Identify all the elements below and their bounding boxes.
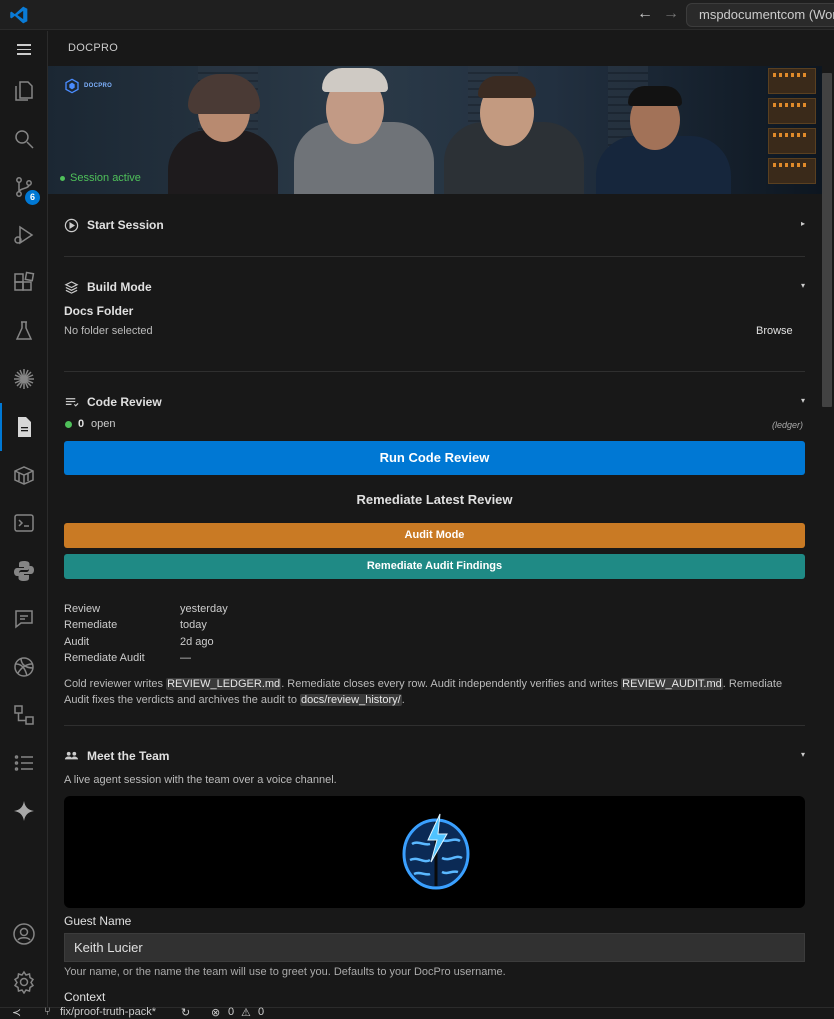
run-debug-icon[interactable]: [0, 211, 48, 259]
sparkle-burst-icon[interactable]: [0, 355, 48, 403]
guest-name-help: Your name, or the name the team will use…: [64, 966, 506, 978]
expanded-caret-icon[interactable]: ▾: [801, 750, 805, 759]
stat-review-key: Review: [64, 603, 101, 615]
team-voice-video-panel[interactable]: [64, 796, 805, 908]
warning-icon: ⚠: [241, 1007, 251, 1019]
panel-scrollbar[interactable]: [822, 73, 832, 407]
session-status-text: Session active: [70, 172, 141, 184]
docs-folder-value: No folder selected: [64, 325, 153, 337]
stat-remediate-key: Remediate: [64, 619, 118, 631]
panel-title: DOCPRO: [68, 42, 119, 54]
meet-the-team-header[interactable]: Meet the Team: [64, 746, 169, 766]
python-icon[interactable]: [0, 547, 48, 595]
remediate-audit-findings-button[interactable]: Remediate Audit Findings: [64, 554, 805, 579]
status-bar: ≺ ⑂ fix/proof-truth-pack* ↻ ⊗ 0 ⚠ 0: [0, 1006, 834, 1019]
testing-icon[interactable]: [0, 307, 48, 355]
stat-remediate-audit-key: Remediate Audit: [64, 652, 145, 664]
stat-remediate-audit-value: —: [180, 652, 191, 664]
docpro-logo: DOCPRO: [64, 78, 112, 94]
remote-icon[interactable]: ≺: [12, 1006, 21, 1019]
section-divider: [64, 725, 805, 726]
open-count: 0: [78, 418, 85, 430]
command-center-search[interactable]: mspdocumentcom (Works: [686, 3, 834, 27]
source-control-badge: 6: [25, 190, 40, 205]
open-label: open: [91, 418, 116, 430]
docpro-panel: DOCPRO DOCPRO Session active Start Sessi…: [48, 31, 834, 1007]
stat-review-value: yesterday: [180, 603, 228, 615]
review-ledger-filename: REVIEW_LEDGER.md: [166, 678, 282, 690]
meet-the-team-section[interactable]: Meet the Team ▾: [64, 746, 805, 766]
error-count[interactable]: 0: [228, 1006, 234, 1018]
guest-name-input[interactable]: Keith Lucier: [64, 933, 805, 962]
flow-icon[interactable]: [0, 691, 48, 739]
start-session-header[interactable]: Start Session: [64, 215, 164, 235]
sync-icon[interactable]: ↻: [181, 1006, 190, 1019]
brain-lightning-icon: [402, 813, 470, 890]
vscode-logo-icon: [10, 6, 28, 24]
ball-icon[interactable]: [0, 643, 48, 691]
account-icon[interactable]: [0, 910, 48, 958]
menu-icon[interactable]: [14, 41, 34, 57]
layers-icon: [64, 280, 79, 294]
session-status: Session active: [60, 172, 141, 184]
code-review-title: Code Review: [87, 395, 162, 409]
stat-audit-value: 2d ago: [180, 636, 214, 648]
build-mode-header[interactable]: Build Mode: [64, 277, 152, 297]
collapsed-caret-icon[interactable]: ▸: [801, 219, 805, 228]
run-code-review-button[interactable]: Run Code Review: [64, 441, 805, 475]
review-list-icon: [65, 397, 79, 407]
guest-name-label: Guest Name: [64, 914, 132, 928]
code-review-header[interactable]: Code Review: [64, 392, 162, 412]
explorer-icon[interactable]: [0, 67, 48, 115]
section-divider: [64, 371, 805, 372]
context-label: Context: [64, 990, 106, 1004]
meet-the-team-title: Meet the Team: [87, 749, 170, 763]
play-circle-icon: [64, 218, 79, 232]
docpro-logo-icon: [65, 78, 79, 94]
source-control-icon[interactable]: 6: [0, 163, 48, 211]
code-review-section[interactable]: Code Review ▾: [64, 392, 805, 412]
branch-name[interactable]: fix/proof-truth-pack*: [60, 1006, 156, 1018]
copilot-icon[interactable]: [0, 787, 48, 835]
server-rack-graphic: [762, 66, 822, 194]
team-subtitle: A live agent session with the team over …: [64, 774, 337, 786]
code-review-description: Cold reviewer writes REVIEW_LEDGER.md. R…: [64, 678, 783, 706]
team-hero-banner: DOCPRO Session active: [48, 66, 822, 194]
audit-mode-button[interactable]: Audit Mode: [64, 523, 805, 548]
docpro-logo-text: DOCPRO: [84, 83, 113, 89]
chat-icon[interactable]: [0, 595, 48, 643]
docpro-icon[interactable]: [0, 403, 48, 451]
build-mode-title: Build Mode: [87, 280, 152, 294]
start-session-section[interactable]: Start Session ▸: [64, 215, 805, 235]
expanded-caret-icon[interactable]: ▾: [801, 396, 805, 405]
browse-button[interactable]: Browse: [756, 325, 793, 337]
branch-icon: ⑂: [44, 1006, 51, 1018]
search-icon[interactable]: [0, 115, 48, 163]
review-history-path: docs/review_history/: [300, 694, 402, 706]
stat-remediate-value: today: [180, 619, 207, 631]
review-audit-filename: REVIEW_AUDIT.md: [621, 678, 723, 690]
warning-count[interactable]: 0: [258, 1006, 264, 1018]
section-divider: [64, 256, 805, 257]
start-session-title: Start Session: [87, 218, 164, 232]
people-icon: [64, 751, 79, 759]
back-arrow-icon[interactable]: ←: [636, 5, 654, 23]
open-status-dot-icon: [65, 421, 72, 428]
forward-arrow-icon[interactable]: →: [662, 5, 680, 23]
stat-audit-key: Audit: [64, 636, 90, 648]
checklist-icon[interactable]: [0, 739, 48, 787]
extensions-icon[interactable]: [0, 259, 48, 307]
expanded-caret-icon[interactable]: ▾: [801, 281, 805, 290]
ledger-tag: (ledger): [772, 420, 804, 430]
activity-bar: 6: [0, 31, 48, 1007]
remediate-latest-review-button[interactable]: Remediate Latest Review: [64, 488, 805, 512]
title-bar: ← → mspdocumentcom (Works: [0, 0, 834, 30]
terminal-icon[interactable]: [0, 499, 48, 547]
build-mode-section[interactable]: Build Mode ▾: [64, 277, 805, 297]
status-dot-icon: [60, 175, 65, 181]
package-icon[interactable]: [0, 451, 48, 499]
error-icon: ⊗: [211, 1007, 221, 1019]
docs-folder-label: Docs Folder: [64, 304, 134, 318]
settings-icon[interactable]: [0, 958, 48, 1006]
